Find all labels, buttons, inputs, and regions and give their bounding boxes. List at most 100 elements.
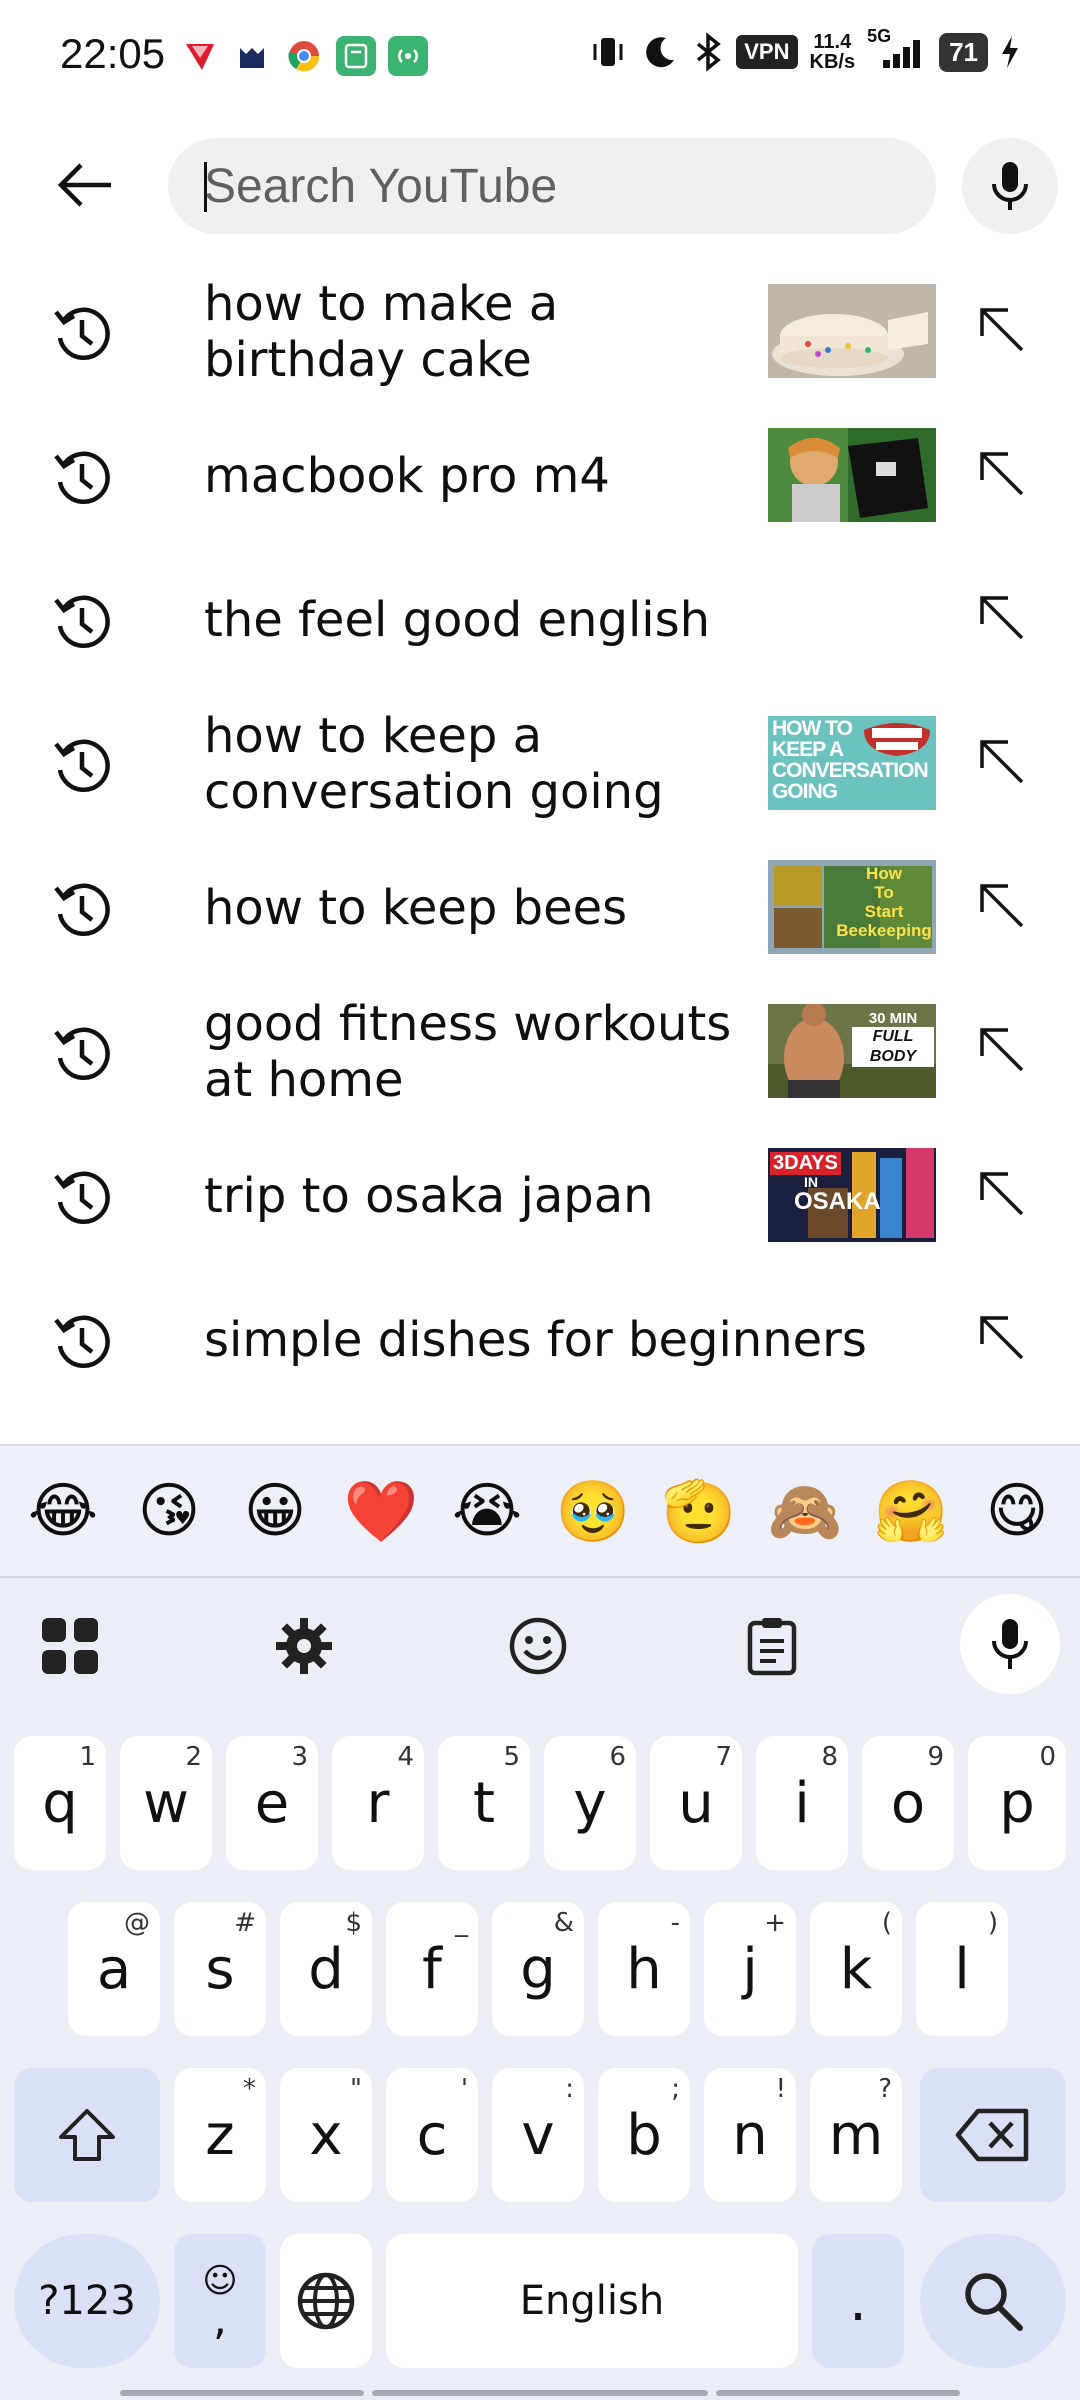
key-o[interactable]: o9 <box>862 1736 954 1870</box>
key-hint: # <box>234 1908 256 1938</box>
space-bar[interactable]: English <box>386 2234 798 2368</box>
keyboard-settings-button[interactable] <box>262 1604 346 1688</box>
emoji-key[interactable]: 😋 <box>967 1476 1067 1546</box>
clipboard-button[interactable] <box>730 1604 814 1688</box>
key-x[interactable]: x " <box>280 2068 372 2202</box>
fill-query-arrow-icon[interactable] <box>972 732 1032 792</box>
history-icon <box>54 595 110 649</box>
key-label: y <box>573 1770 607 1836</box>
keyboard-voice-input-button[interactable] <box>960 1594 1060 1694</box>
key-hint: & <box>553 1908 574 1938</box>
emoji-keyboard-button[interactable] <box>496 1604 580 1688</box>
key-n[interactable]: n! <box>704 2068 796 2202</box>
charging-bolt-icon <box>1000 34 1020 70</box>
key-k[interactable]: k( <box>810 1902 902 2036</box>
suggestion-item[interactable]: the feel good english <box>0 548 1080 692</box>
back-button[interactable] <box>40 150 130 220</box>
emoji-key[interactable]: 😂 <box>13 1476 113 1546</box>
key-hint: 6 <box>609 1742 626 1772</box>
fill-query-arrow-icon[interactable] <box>972 1020 1032 1080</box>
key-hint: ) <box>987 1908 998 1938</box>
key-label: i <box>794 1770 810 1836</box>
key-i[interactable]: i8 <box>756 1736 848 1870</box>
fill-query-arrow-icon[interactable] <box>972 444 1032 504</box>
key-q[interactable]: q1 <box>14 1736 106 1870</box>
emoji-key[interactable]: ❤️ <box>331 1476 431 1547</box>
key-u[interactable]: u7 <box>650 1736 742 1870</box>
key-t[interactable]: t5 <box>438 1736 530 1870</box>
suggestion-item[interactable]: good fitness workouts at home 30 MIN FUL… <box>0 980 1080 1124</box>
suggestion-item[interactable]: how to keep bees How To Start Beekeeping <box>0 836 1080 980</box>
suggestion-text: trip to osaka japan <box>204 1168 654 1224</box>
emoji-key[interactable]: 🤗 <box>861 1476 961 1547</box>
suggestion-item[interactable]: simple dishes for beginners <box>0 1268 1080 1412</box>
key-s[interactable]: s # <box>174 1902 266 2036</box>
backspace-icon <box>955 2108 1029 2162</box>
apps-grid-button[interactable] <box>28 1604 112 1688</box>
fill-query-arrow-icon[interactable] <box>972 1164 1032 1224</box>
key-label: j <box>742 1936 758 2002</box>
suggestion-item[interactable]: macbook pro m4 <box>0 404 1080 548</box>
status-bar: 22:05 VPN 11.4 KB/s 5G 71 <box>0 0 1080 110</box>
gesture-navigation-bar[interactable] <box>120 2390 364 2396</box>
key-l[interactable]: l) <box>916 1902 1008 2036</box>
comma-key[interactable]: ☺ , <box>174 2234 266 2368</box>
key-z[interactable]: z * <box>174 2068 266 2202</box>
key-r[interactable]: r4 <box>332 1736 424 1870</box>
keyboard-toolbar <box>0 1578 1080 1708</box>
fill-query-arrow-icon[interactable] <box>972 588 1032 648</box>
symbols-key[interactable]: ?123 <box>14 2234 160 2368</box>
fill-query-arrow-icon[interactable] <box>972 1308 1032 1368</box>
microphone-icon <box>992 162 1028 210</box>
search-input[interactable] <box>204 138 904 234</box>
key-hint: $ <box>345 1908 362 1938</box>
emoji-key[interactable]: 🫡 <box>649 1476 749 1547</box>
key-f[interactable]: f _ <box>386 1902 478 2036</box>
key-v[interactable]: v: <box>492 2068 584 2202</box>
smiley-icon <box>509 1617 567 1675</box>
search-enter-key[interactable] <box>920 2234 1066 2368</box>
key-h[interactable]: h- <box>598 1902 690 2036</box>
clipboard-icon <box>747 1618 797 1676</box>
period-key[interactable]: . <box>812 2234 904 2368</box>
suggestion-item[interactable]: trip to osaka japan 3DAYS IN OSAKA <box>0 1124 1080 1268</box>
emoji-key[interactable]: 🙈 <box>755 1476 855 1547</box>
key-m[interactable]: m? <box>810 2068 902 2202</box>
key-g[interactable]: g & <box>492 1902 584 2036</box>
emoji-key[interactable]: 😀 <box>225 1476 325 1546</box>
key-e[interactable]: e3 <box>226 1736 318 1870</box>
key-c[interactable]: c ' <box>386 2068 478 2202</box>
emoji-key[interactable]: 😭 <box>437 1476 537 1546</box>
key-y[interactable]: y6 <box>544 1736 636 1870</box>
fill-query-arrow-icon[interactable] <box>972 876 1032 936</box>
on-screen-keyboard: q1 w2 e3 r4 t5 y6 u7 i8 o9 p0 a @ s # d $ f… <box>0 1578 1080 2400</box>
key-hint: 5 <box>503 1742 520 1772</box>
key-w[interactable]: w2 <box>120 1736 212 1870</box>
key-b[interactable]: b; <box>598 2068 690 2202</box>
key-label: n <box>732 2102 768 2168</box>
emoji-key[interactable]: 🥹 <box>543 1476 643 1547</box>
key-hint: - <box>670 1908 680 1938</box>
emoji-key[interactable]: 😘 <box>119 1476 219 1546</box>
key-j[interactable]: j + <box>704 1902 796 2036</box>
suggestion-item[interactable]: how to keep a conversation going HOW TO … <box>0 692 1080 836</box>
language-switch-key[interactable] <box>280 2234 372 2368</box>
thumbnail-caption-line: To <box>874 883 894 902</box>
emoji-suggestion-row: 😂 😘 😀 ❤️ 😭 🥹 🫡 🙈 🤗 😋 <box>0 1444 1080 1578</box>
key-d[interactable]: d $ <box>280 1902 372 2036</box>
backspace-key[interactable] <box>920 2068 1066 2202</box>
gesture-navigation-bar[interactable] <box>716 2390 960 2396</box>
key-hint: 3 <box>291 1742 308 1772</box>
shift-key[interactable] <box>14 2068 160 2202</box>
key-label: w <box>143 1770 189 1836</box>
suggestion-text: good fitness workouts at home <box>204 996 732 1108</box>
key-p[interactable]: p0 <box>968 1736 1066 1870</box>
voice-search-button[interactable] <box>962 138 1058 234</box>
gesture-navigation-bar[interactable] <box>372 2390 708 2396</box>
search-box[interactable] <box>168 138 936 234</box>
fill-query-arrow-icon[interactable] <box>972 300 1032 360</box>
suggestion-item[interactable]: how to make a birthday cake <box>0 260 1080 404</box>
history-icon <box>54 739 110 793</box>
notification-icons <box>180 36 428 76</box>
key-a[interactable]: a @ <box>68 1902 160 2036</box>
